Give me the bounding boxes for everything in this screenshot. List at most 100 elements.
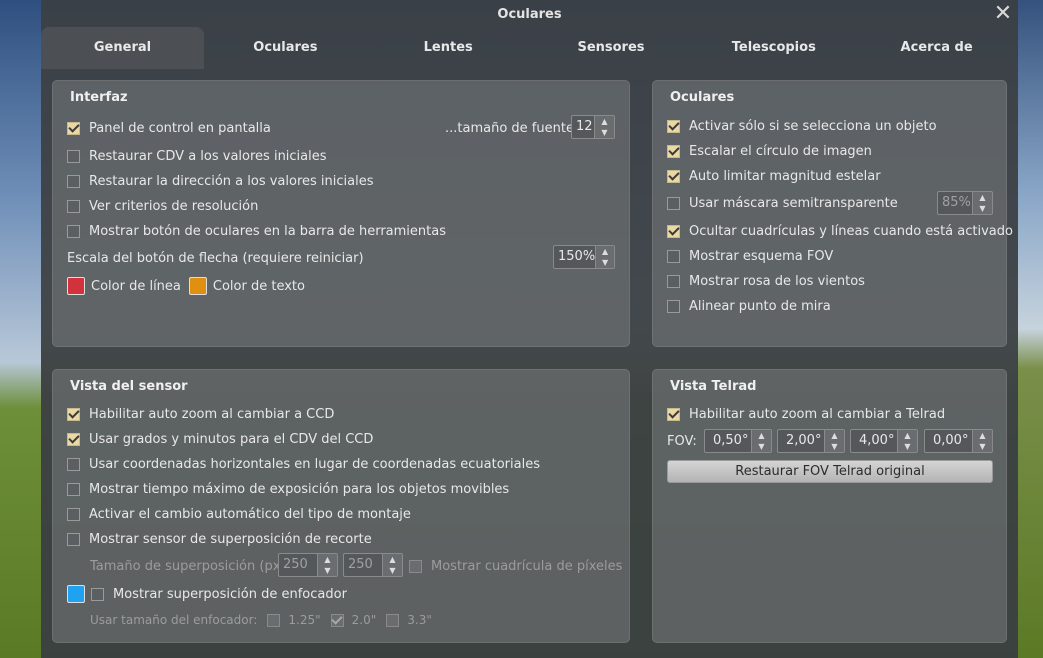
only-selected-label: Activar sólo si se selecciona un objeto bbox=[689, 118, 937, 134]
font-size-value[interactable]: 12 bbox=[572, 116, 594, 138]
focuser-size-125-checkbox[interactable] bbox=[267, 613, 281, 627]
overlay-height-value[interactable]: 250 bbox=[344, 554, 382, 576]
compass-rose-checkbox[interactable] bbox=[667, 274, 680, 288]
spin-down-icon[interactable]: ▼ bbox=[595, 127, 614, 138]
hide-grids-checkbox[interactable] bbox=[667, 224, 680, 238]
tab-sensores[interactable]: Sensores bbox=[530, 27, 693, 69]
panel-control-option: Panel de control en pantalla bbox=[67, 118, 271, 138]
mount-switch-label: Activar el cambio automático del tipo de… bbox=[89, 506, 411, 522]
max-exposure-checkbox[interactable] bbox=[67, 482, 80, 496]
pixel-grid-checkbox[interactable] bbox=[409, 559, 422, 573]
spin-down-icon[interactable]: ▼ bbox=[973, 203, 992, 214]
spin-up-icon[interactable]: ▲ bbox=[752, 430, 771, 441]
semi-mask-checkbox[interactable] bbox=[667, 196, 680, 210]
telrad-fov2-spinbox[interactable]: 2,00° ▲ ▼ bbox=[777, 429, 845, 453]
oculares-panel: Oculares Activar sólo si se selecciona u… bbox=[652, 80, 1013, 347]
arrow-scale-value[interactable]: 150% bbox=[554, 246, 595, 268]
restore-fov-option: Restaurar CDV a los valores iniciales bbox=[67, 146, 327, 166]
tab-oculares[interactable]: Oculares bbox=[204, 27, 367, 69]
font-size-row: ...tamaño de fuente bbox=[445, 118, 574, 138]
panel-control-checkbox[interactable] bbox=[67, 121, 80, 135]
crop-overlay-option: Mostrar sensor de superposición de recor… bbox=[67, 529, 372, 549]
semi-mask-value[interactable]: 85% bbox=[938, 192, 972, 214]
spin-up-icon[interactable]: ▲ bbox=[383, 554, 402, 565]
spin-down-icon[interactable]: ▼ bbox=[752, 441, 771, 452]
restore-fov-checkbox[interactable] bbox=[67, 149, 80, 163]
align-crosshair-label: Alinear punto de mira bbox=[689, 298, 831, 314]
line-color-label: Color de línea bbox=[91, 278, 181, 294]
spin-down-icon[interactable]: ▼ bbox=[898, 441, 917, 452]
overlay-height-spinbox[interactable]: 250 ▲ ▼ bbox=[343, 553, 403, 577]
spin-down-icon[interactable]: ▼ bbox=[383, 565, 402, 576]
spin-up-icon[interactable]: ▲ bbox=[825, 430, 844, 441]
only-selected-checkbox[interactable] bbox=[667, 119, 680, 133]
auto-zoom-ccd-checkbox[interactable] bbox=[67, 407, 80, 421]
spin-up-icon[interactable]: ▲ bbox=[595, 116, 614, 127]
toolbar-button-option: Mostrar botón de oculares en la barra de… bbox=[67, 221, 446, 241]
spin-up-icon[interactable]: ▲ bbox=[596, 246, 614, 257]
fov-scheme-checkbox[interactable] bbox=[667, 249, 680, 263]
semi-mask-label: Usar máscara semitransparente bbox=[689, 195, 898, 211]
focuser-size-33-label: 3.3" bbox=[407, 613, 432, 627]
align-crosshair-checkbox[interactable] bbox=[667, 299, 680, 313]
close-icon[interactable]: ✕ bbox=[992, 3, 1014, 25]
semi-mask-option: Usar máscara semitransparente bbox=[667, 193, 898, 213]
tab-lentes[interactable]: Lentes bbox=[367, 27, 530, 69]
line-color-swatch[interactable] bbox=[67, 277, 85, 295]
focuser-overlay-checkbox[interactable] bbox=[91, 587, 104, 601]
sensor-title: Vista del sensor bbox=[70, 379, 188, 394]
focuser-size-125-label: 1.25" bbox=[288, 613, 321, 627]
spin-down-icon[interactable]: ▼ bbox=[596, 257, 614, 268]
telrad-auto-zoom-option: Habilitar auto zoom al cambiar a Telrad bbox=[667, 404, 945, 424]
telrad-fov2-value[interactable]: 2,00° bbox=[778, 430, 824, 452]
spin-up-icon[interactable]: ▲ bbox=[973, 430, 992, 441]
focuser-size-33-checkbox[interactable] bbox=[386, 613, 400, 627]
telrad-fov1-value[interactable]: 0,50° bbox=[705, 430, 751, 452]
mount-switch-checkbox[interactable] bbox=[67, 507, 80, 521]
telrad-fov3-spinbox[interactable]: 4,00° ▲ ▼ bbox=[850, 429, 918, 453]
resolution-criteria-checkbox[interactable] bbox=[67, 199, 80, 213]
arrow-scale-spinbox[interactable]: 150% ▲ ▼ bbox=[553, 245, 615, 269]
font-size-spinbox[interactable]: 12 ▲ ▼ bbox=[571, 115, 615, 139]
auto-limit-checkbox[interactable] bbox=[667, 169, 680, 183]
spin-up-icon[interactable]: ▲ bbox=[318, 554, 337, 565]
telrad-auto-zoom-checkbox[interactable] bbox=[667, 407, 680, 421]
resolution-criteria-option: Ver criterios de resolución bbox=[67, 196, 258, 216]
telrad-fov4-spinbox[interactable]: 0,00° ▲ ▼ bbox=[924, 429, 993, 453]
scale-circle-option: Escalar el círculo de imagen bbox=[667, 141, 872, 161]
tab-acerca-de[interactable]: Acerca de bbox=[855, 27, 1018, 69]
telrad-fov-label: FOV: bbox=[667, 433, 697, 449]
degrees-minutes-option: Usar grados y minutos para el CDV del CC… bbox=[67, 429, 373, 449]
spin-down-icon[interactable]: ▼ bbox=[318, 565, 337, 576]
telrad-panel: Vista Telrad Habilitar auto zoom al camb… bbox=[652, 369, 1007, 643]
focuser-color-swatch[interactable] bbox=[67, 585, 85, 603]
degrees-minutes-checkbox[interactable] bbox=[67, 432, 80, 446]
text-color-swatch[interactable] bbox=[188, 277, 207, 295]
tab-general[interactable]: General bbox=[41, 27, 204, 69]
restore-direction-checkbox[interactable] bbox=[67, 174, 80, 188]
telrad-fov4-value[interactable]: 0,00° bbox=[925, 430, 972, 452]
arrow-scale-row: Escala del botón de flecha (requiere rei… bbox=[67, 248, 364, 268]
panel-control-label: Panel de control en pantalla bbox=[89, 120, 271, 136]
spin-up-icon[interactable]: ▲ bbox=[973, 192, 992, 203]
overlay-width-value[interactable]: 250 bbox=[279, 554, 317, 576]
focuser-size-20-checkbox[interactable] bbox=[330, 613, 344, 627]
crop-overlay-checkbox[interactable] bbox=[67, 532, 80, 546]
telrad-fov1-spinbox[interactable]: 0,50° ▲ ▼ bbox=[704, 429, 772, 453]
spin-up-icon[interactable]: ▲ bbox=[898, 430, 917, 441]
spin-down-icon[interactable]: ▼ bbox=[973, 441, 992, 452]
max-exposure-label: Mostrar tiempo máximo de exposición para… bbox=[89, 481, 510, 497]
semi-mask-spinbox[interactable]: 85% ▲ ▼ bbox=[937, 191, 993, 215]
hide-grids-option: Ocultar cuadrículas y líneas cuando está… bbox=[667, 221, 1013, 241]
font-size-label: ...tamaño de fuente bbox=[445, 120, 574, 136]
toolbar-button-checkbox[interactable] bbox=[67, 224, 80, 238]
title-bar[interactable]: Oculares ✕ bbox=[41, 0, 1018, 30]
horizontal-coords-checkbox[interactable] bbox=[67, 457, 80, 471]
restore-telrad-button[interactable]: Restaurar FOV Telrad original bbox=[667, 460, 993, 483]
overlay-width-spinbox[interactable]: 250 ▲ ▼ bbox=[278, 553, 338, 577]
restore-direction-option: Restaurar la dirección a los valores ini… bbox=[67, 171, 374, 191]
tab-telescopios[interactable]: Telescopios bbox=[692, 27, 855, 69]
scale-circle-checkbox[interactable] bbox=[667, 144, 680, 158]
spin-down-icon[interactable]: ▼ bbox=[825, 441, 844, 452]
telrad-fov3-value[interactable]: 4,00° bbox=[851, 430, 897, 452]
